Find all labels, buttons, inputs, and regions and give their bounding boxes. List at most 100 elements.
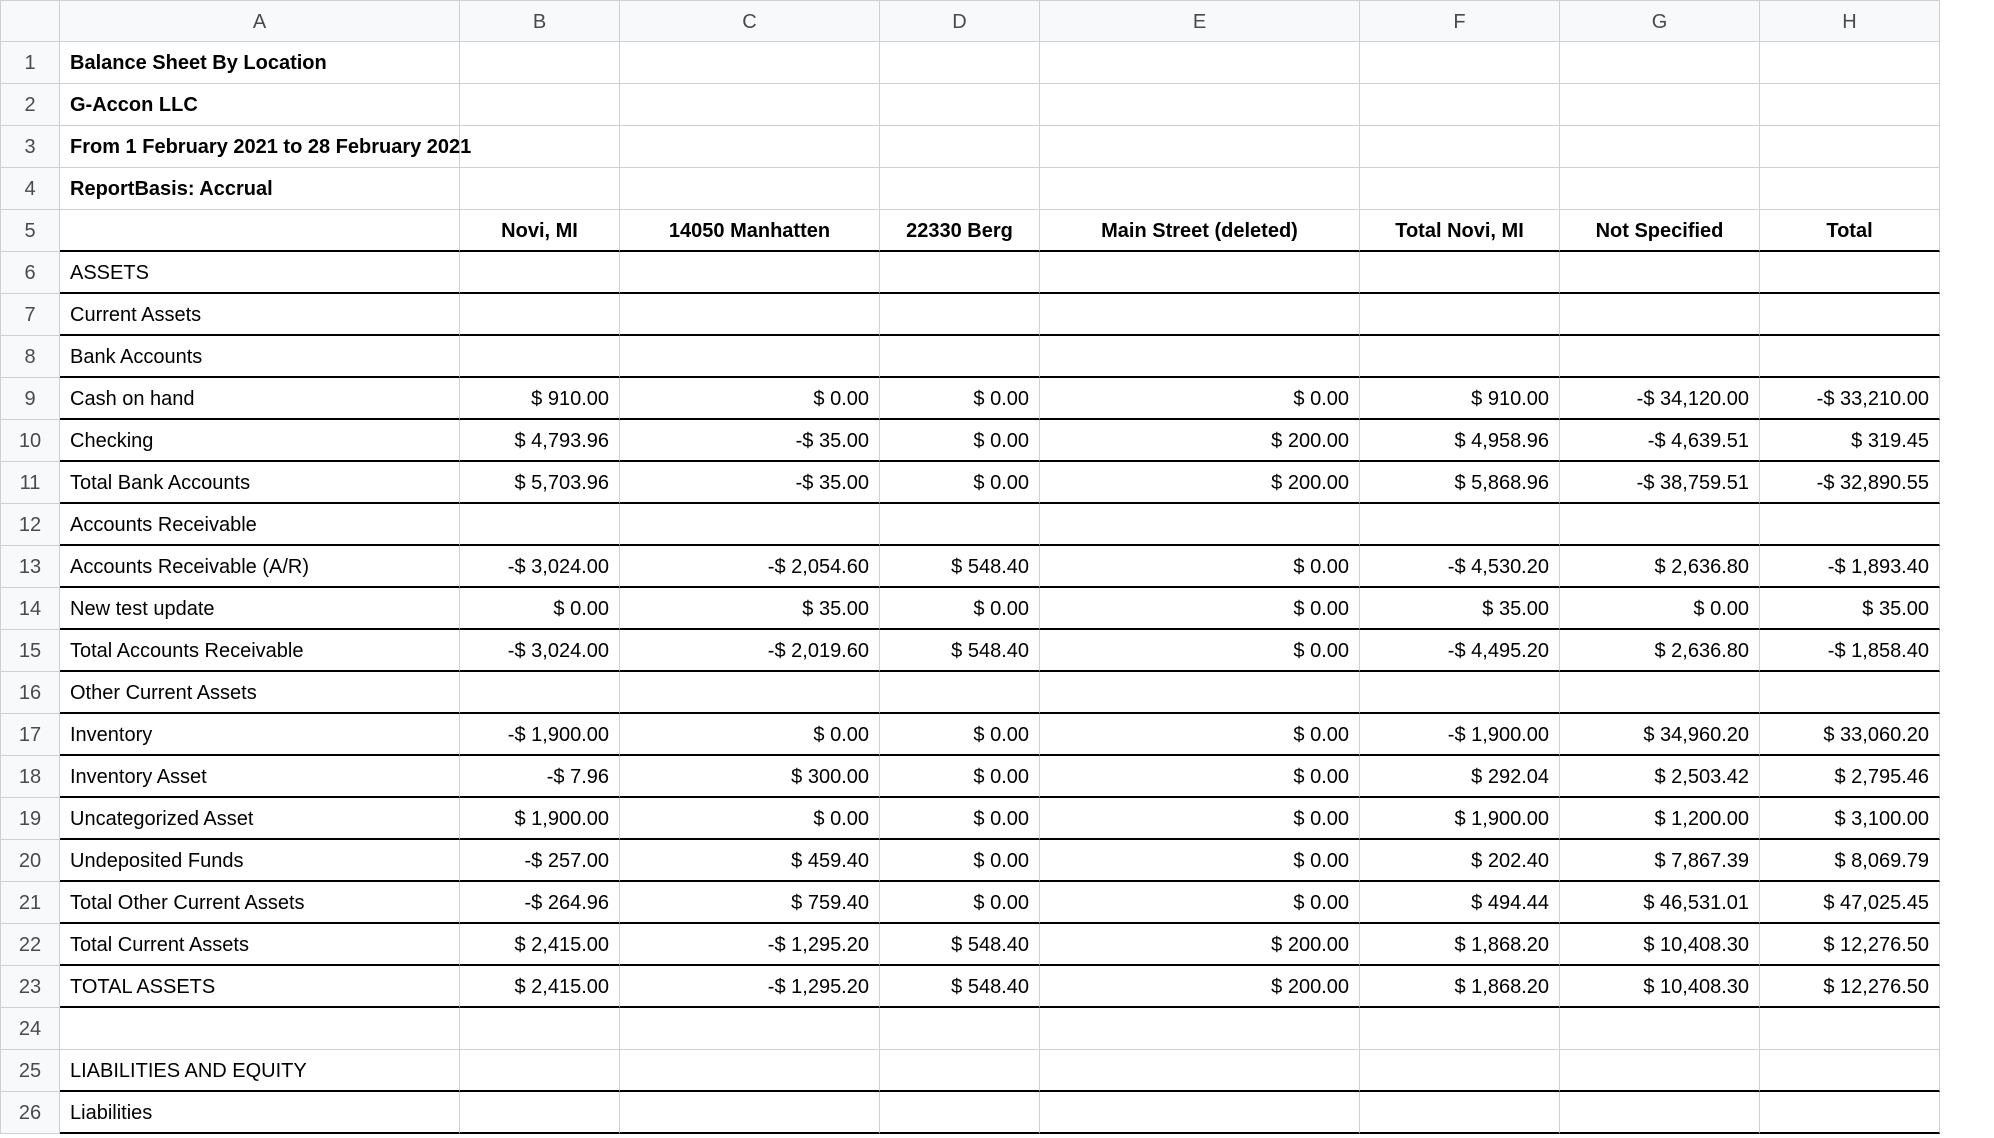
value-cell[interactable]: $ 548.40 [880,546,1040,588]
cell-empty[interactable] [1040,336,1360,378]
value-cell[interactable]: $ 2,636.80 [1560,630,1760,672]
value-cell[interactable]: $ 494.44 [1360,882,1560,924]
account-label[interactable]: New test update [60,588,460,630]
cell-empty[interactable] [460,126,620,168]
value-cell[interactable]: $ 35.00 [1360,588,1560,630]
location-header[interactable]: Total [1760,210,1940,252]
value-cell[interactable]: $ 1,900.00 [460,798,620,840]
value-cell[interactable]: -$ 1,295.20 [620,924,880,966]
row-header[interactable]: 2 [0,84,60,126]
cell-empty[interactable] [1040,168,1360,210]
cell-empty[interactable] [620,672,880,714]
cell-empty[interactable] [1560,42,1760,84]
value-cell[interactable]: $ 46,531.01 [1560,882,1760,924]
value-cell[interactable]: -$ 1,900.00 [460,714,620,756]
value-cell[interactable]: $ 5,868.96 [1360,462,1560,504]
account-label[interactable]: Cash on hand [60,378,460,420]
value-cell[interactable]: $ 1,868.20 [1360,924,1560,966]
value-cell[interactable]: $ 0.00 [880,798,1040,840]
row-header[interactable]: 15 [0,630,60,672]
cell-empty[interactable] [460,42,620,84]
row-header[interactable]: 18 [0,756,60,798]
col-header-d[interactable]: D [880,0,1040,42]
value-cell[interactable]: $ 548.40 [880,630,1040,672]
cell-empty[interactable] [620,252,880,294]
value-cell[interactable]: $ 33,060.20 [1760,714,1940,756]
value-cell[interactable]: $ 0.00 [880,588,1040,630]
value-cell[interactable]: $ 300.00 [620,756,880,798]
cell-empty[interactable] [620,42,880,84]
value-cell[interactable]: -$ 2,054.60 [620,546,880,588]
section-label[interactable]: ASSETS [60,252,460,294]
location-header[interactable]: 14050 Manhatten [620,210,880,252]
row-header[interactable]: 26 [0,1092,60,1134]
value-cell[interactable]: $ 548.40 [880,924,1040,966]
value-cell[interactable]: $ 0.00 [1040,798,1360,840]
cell-empty[interactable] [880,336,1040,378]
account-label[interactable]: Checking [60,420,460,462]
cell-empty[interactable] [460,1050,620,1092]
cell-empty[interactable] [1560,126,1760,168]
row-header[interactable]: 21 [0,882,60,924]
value-cell[interactable]: $ 200.00 [1040,462,1360,504]
row-header[interactable]: 14 [0,588,60,630]
value-cell[interactable]: $ 7,867.39 [1560,840,1760,882]
row-header[interactable]: 4 [0,168,60,210]
cell-empty[interactable] [880,1092,1040,1134]
row-header[interactable]: 19 [0,798,60,840]
value-cell[interactable]: -$ 33,210.00 [1760,378,1940,420]
value-cell[interactable]: -$ 257.00 [460,840,620,882]
value-cell[interactable]: $ 0.00 [1040,756,1360,798]
value-cell[interactable]: $ 10,408.30 [1560,966,1760,1008]
value-cell[interactable]: -$ 3,024.00 [460,546,620,588]
cell-empty[interactable] [1760,504,1940,546]
location-header[interactable]: Total Novi, MI [1360,210,1560,252]
cell-empty[interactable] [460,336,620,378]
value-cell[interactable]: $ 0.00 [1040,630,1360,672]
value-cell[interactable]: $ 319.45 [1760,420,1940,462]
account-label[interactable]: TOTAL ASSETS [60,966,460,1008]
cell-empty[interactable] [1040,126,1360,168]
value-cell[interactable]: $ 2,415.00 [460,966,620,1008]
cell-empty[interactable] [1760,42,1940,84]
cell-empty[interactable] [880,1050,1040,1092]
value-cell[interactable]: $ 0.00 [1040,378,1360,420]
row-header[interactable]: 13 [0,546,60,588]
account-label[interactable]: Accounts Receivable (A/R) [60,546,460,588]
cell-empty[interactable] [1760,1050,1940,1092]
spreadsheet-grid[interactable]: ABCDEFGH1Balance Sheet By Location2G-Acc… [0,0,1994,1134]
cell-empty[interactable] [1040,504,1360,546]
row-header[interactable]: 5 [0,210,60,252]
cell-empty[interactable] [620,504,880,546]
value-cell[interactable]: $ 2,636.80 [1560,546,1760,588]
row-header[interactable]: 25 [0,1050,60,1092]
value-cell[interactable]: $ 2,795.46 [1760,756,1940,798]
cell-empty[interactable] [1760,126,1940,168]
cell-empty[interactable] [1760,294,1940,336]
section-label[interactable]: LIABILITIES AND EQUITY [60,1050,460,1092]
value-cell[interactable]: $ 910.00 [1360,378,1560,420]
cell-empty[interactable] [460,84,620,126]
value-cell[interactable]: $ 0.00 [880,714,1040,756]
row-header[interactable]: 8 [0,336,60,378]
cell-empty[interactable] [880,504,1040,546]
cell-empty[interactable] [1760,168,1940,210]
col-header-c[interactable]: C [620,0,880,42]
value-cell[interactable]: -$ 1,295.20 [620,966,880,1008]
value-cell[interactable]: $ 0.00 [620,798,880,840]
value-cell[interactable]: $ 459.40 [620,840,880,882]
account-label[interactable]: Total Bank Accounts [60,462,460,504]
cell-empty[interactable] [1360,672,1560,714]
value-cell[interactable]: $ 0.00 [1040,882,1360,924]
cell-empty[interactable] [1360,126,1560,168]
section-label[interactable]: Liabilities [60,1092,460,1134]
value-cell[interactable]: $ 202.40 [1360,840,1560,882]
value-cell[interactable]: $ 0.00 [1560,588,1760,630]
value-cell[interactable]: $ 0.00 [880,882,1040,924]
value-cell[interactable]: $ 0.00 [1040,714,1360,756]
cell-empty[interactable] [1760,1008,1940,1050]
col-header-h[interactable]: H [1760,0,1940,42]
value-cell[interactable]: $ 0.00 [1040,840,1360,882]
section-label[interactable]: Accounts Receivable [60,504,460,546]
row-header[interactable]: 17 [0,714,60,756]
